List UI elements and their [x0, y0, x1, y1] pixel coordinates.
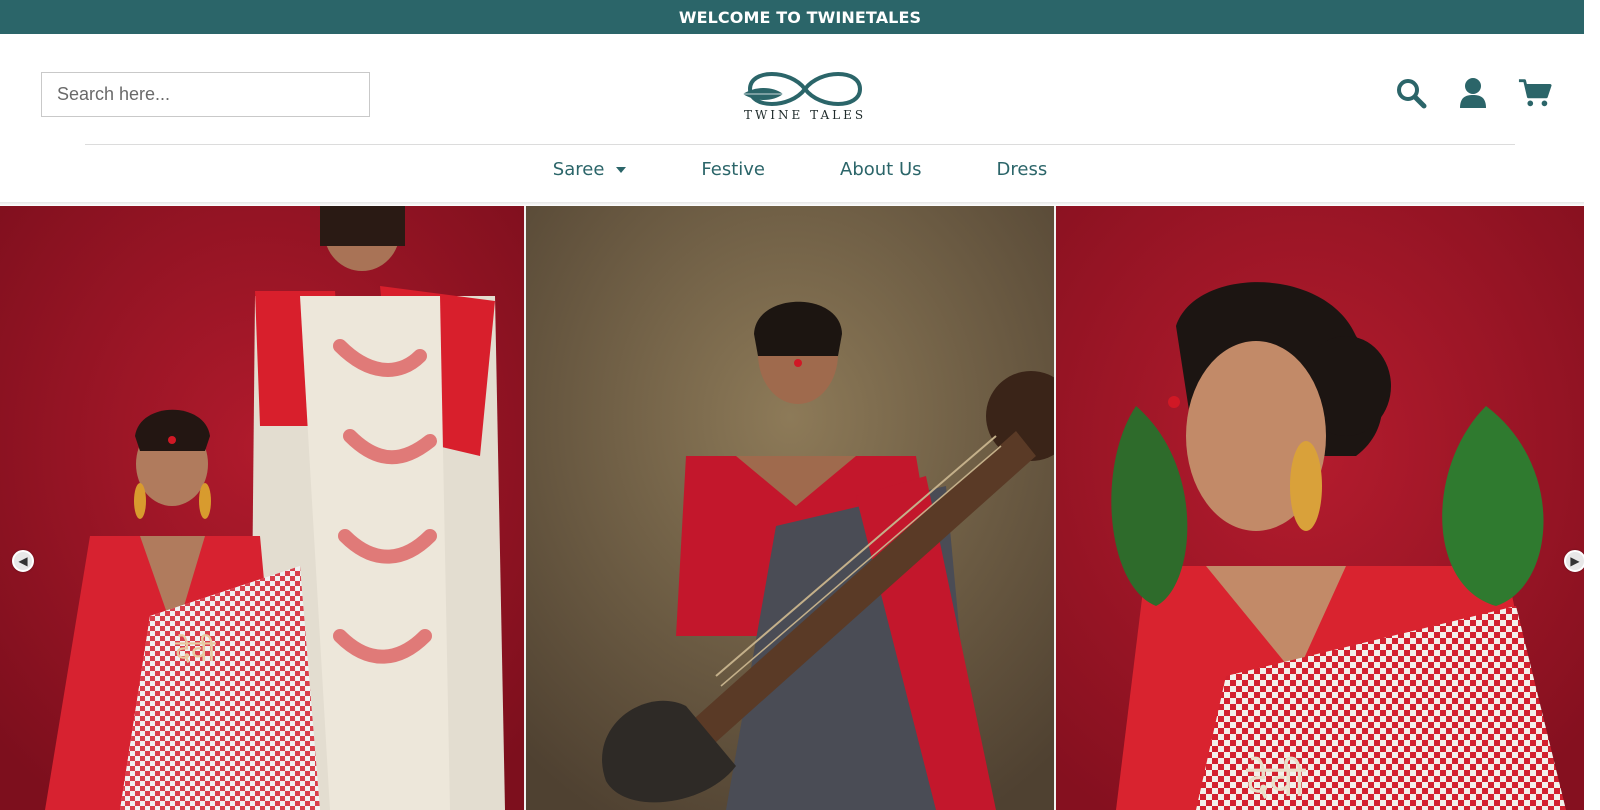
- cart-icon[interactable]: [1518, 76, 1552, 110]
- nav-item-festive[interactable]: Festive: [701, 151, 765, 187]
- announcement-text: WELCOME TO TWINETALES: [678, 7, 922, 27]
- search-input[interactable]: [41, 72, 370, 117]
- header-icons: [1394, 76, 1552, 110]
- caret-down-icon: [616, 167, 627, 173]
- announcement-bar: WELCOME TO TWINETALES: [0, 0, 1600, 34]
- main-nav: Saree Festive About Us Dress: [0, 151, 1600, 187]
- carousel-slide-2[interactable]: [526, 206, 1054, 810]
- header-divider: [85, 144, 1515, 145]
- arrow-left-icon: ◀: [18, 554, 28, 568]
- nav-item-saree[interactable]: Saree: [553, 151, 627, 187]
- nav-item-dress[interactable]: Dress: [997, 151, 1048, 187]
- scrollbar-track[interactable]: [1584, 0, 1600, 810]
- user-icon[interactable]: [1456, 76, 1490, 110]
- carousel-slide-3[interactable]: देवी: [1056, 206, 1600, 810]
- nav-item-label: Saree: [552, 158, 605, 180]
- nav-item-about-us[interactable]: About Us: [840, 151, 922, 187]
- nav-item-label: About Us: [840, 158, 922, 180]
- devi-text-1: देवी: [175, 634, 217, 669]
- search-icon[interactable]: [1394, 76, 1428, 110]
- carousel-prev-button[interactable]: ◀: [12, 550, 34, 572]
- carousel-next-button[interactable]: ▶: [1564, 550, 1586, 572]
- logo-text: TWINE TALES: [743, 108, 867, 122]
- nav-item-label: Dress: [996, 158, 1048, 180]
- site-header: TWINE TALES Saree: [0, 34, 1600, 204]
- devi-text-2: देवी: [1246, 756, 1307, 807]
- carousel-slide-1[interactable]: देवी: [0, 206, 524, 810]
- hero-carousel[interactable]: देवी देवी ◀ ▶: [0, 206, 1600, 810]
- arrow-right-icon: ▶: [1570, 554, 1580, 568]
- nav-item-label: Festive: [701, 158, 765, 180]
